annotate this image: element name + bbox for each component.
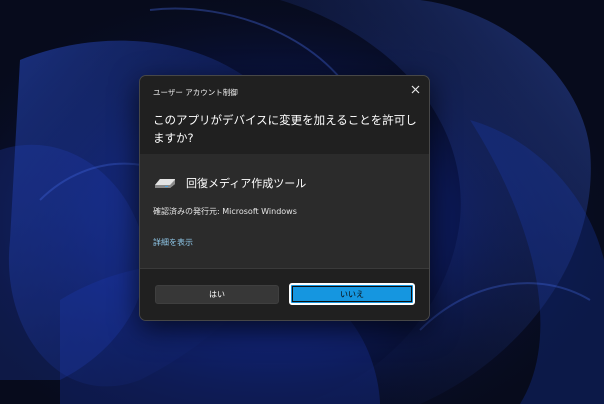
dialog-question: このアプリがデバイスに変更を加えることを許可しますか? bbox=[153, 113, 417, 145]
close-button[interactable] bbox=[405, 80, 425, 98]
no-button[interactable]: いいえ bbox=[289, 283, 415, 305]
close-icon bbox=[411, 85, 419, 93]
show-details-link[interactable]: 詳細を表示 bbox=[153, 237, 193, 248]
app-name: 回復メディア作成ツール bbox=[186, 177, 307, 190]
yes-button[interactable]: はい bbox=[155, 285, 279, 304]
app-info-row: 回復メディア作成ツール bbox=[153, 174, 306, 192]
dialog-footer: はい いいえ bbox=[140, 268, 429, 320]
dialog-title: ユーザー アカウント制御 bbox=[153, 88, 238, 97]
uac-dialog: ユーザー アカウント制御 このアプリがデバイスに変更を加えることを許可しますか?… bbox=[139, 75, 430, 321]
publisher-text: 確認済みの発行元: Microsoft Windows bbox=[153, 207, 297, 216]
drive-icon bbox=[155, 179, 175, 188]
dialog-header: ユーザー アカウント制御 このアプリがデバイスに変更を加えることを許可しますか? bbox=[140, 76, 429, 154]
